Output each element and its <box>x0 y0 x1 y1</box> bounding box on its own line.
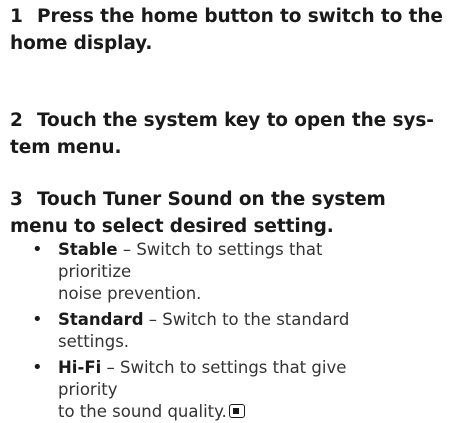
step-number: 1 <box>10 6 23 27</box>
step-text-line: tem menu. <box>10 137 122 158</box>
step-text-line: Touch the system key to open the sys- <box>37 110 434 131</box>
option-term: Stable <box>58 240 118 259</box>
option-stable: • Stable – Switch to settings that prior… <box>30 239 358 305</box>
step-text-line: Touch Tuner Sound on the system <box>37 189 386 210</box>
step-2: 2 Touch the system key to open the sys- t… <box>10 107 434 161</box>
option-term: Hi-Fi <box>58 358 102 377</box>
option-hi-fi: • Hi-Fi – Switch to settings that give p… <box>30 357 358 423</box>
step-number: 3 <box>10 189 23 210</box>
step-3: 3 Touch Tuner Sound on the system menu to… <box>10 186 386 240</box>
bullet-icon: • <box>32 309 43 330</box>
option-description: noise prevention. <box>58 284 202 303</box>
end-of-section-icon <box>228 404 245 418</box>
step-text-line: Press the home button to switch to the <box>37 6 443 27</box>
option-standard: • Standard – Switch to the standard sett… <box>30 309 358 353</box>
bullet-icon: • <box>32 357 43 378</box>
step-number: 2 <box>10 110 23 131</box>
option-term: Standard <box>58 310 144 329</box>
option-description: – Switch to settings that give priority <box>58 358 347 399</box>
bullet-icon: • <box>32 239 43 260</box>
option-description: to the sound quality. <box>58 402 227 421</box>
step-text-line: home display. <box>10 33 153 54</box>
step-1: 1 Press the home button to switch to the … <box>10 3 443 57</box>
tuner-sound-options: • Stable – Switch to settings that prior… <box>30 239 358 423</box>
step-text-line: menu to select desired setting. <box>10 216 334 237</box>
